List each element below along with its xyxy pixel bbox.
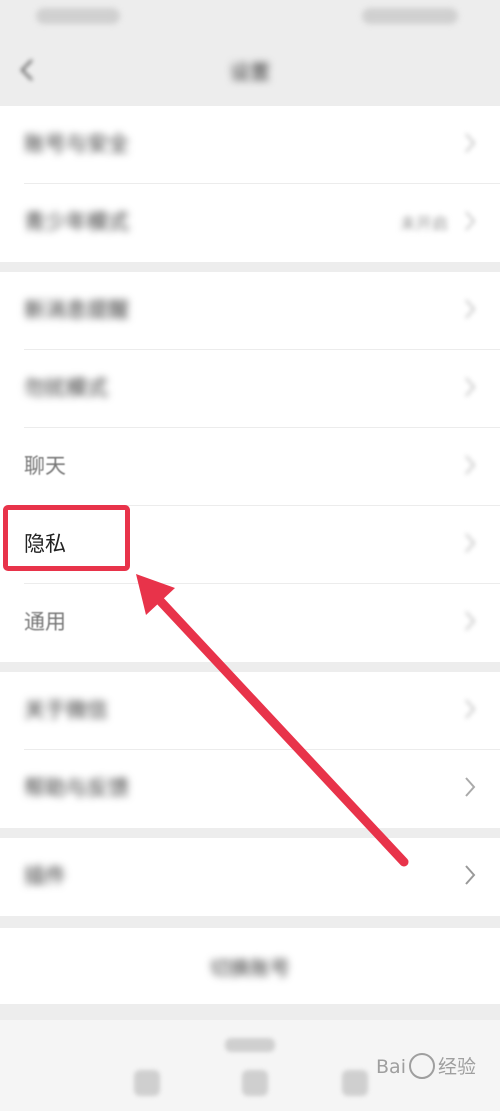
settings-row-about[interactable]: 关于微信: [0, 672, 500, 750]
chevron-right-icon: [464, 776, 476, 798]
settings-row-general[interactable]: 通用: [0, 584, 500, 662]
settings-row-do-not-disturb[interactable]: 勿扰模式: [0, 350, 500, 428]
page-title: 设置: [230, 60, 270, 84]
chevron-right-icon: [464, 132, 476, 154]
row-label: 勿扰模式: [24, 376, 108, 400]
tab-icon[interactable]: [134, 1070, 160, 1096]
row-label: 关于微信: [24, 698, 108, 722]
watermark-brand: Bai: [376, 1056, 406, 1078]
row-label: 通用: [24, 610, 66, 634]
settings-group-account: 账号与安全 青少年模式 未开启: [0, 106, 500, 262]
settings-group-plugins: 插件: [0, 838, 500, 916]
row-label: 青少年模式: [24, 210, 129, 234]
settings-row-notifications[interactable]: 新消息提醒: [0, 272, 500, 350]
nav-bar: 设置: [0, 36, 500, 104]
tab-icon[interactable]: [342, 1070, 368, 1096]
paw-logo-icon: [408, 1052, 435, 1079]
bottom-caption-blurred: [225, 1038, 275, 1052]
tab-icon[interactable]: [242, 1070, 268, 1096]
row-label: 新消息提醒: [24, 298, 129, 322]
row-label: 插件: [24, 864, 66, 888]
chevron-right-icon: [464, 698, 476, 720]
row-label: 账号与安全: [24, 132, 129, 156]
status-bar: [0, 0, 500, 36]
watermark-suffix: 经验: [437, 1056, 476, 1078]
chevron-right-icon: [464, 454, 476, 476]
settings-row-plugins[interactable]: 插件: [0, 838, 500, 916]
settings-row-help-feedback[interactable]: 帮助与反馈: [0, 750, 500, 828]
settings-group-about: 关于微信 帮助与反馈: [0, 672, 500, 828]
switch-account-button[interactable]: 切换账号: [0, 928, 500, 1004]
row-label: 帮助与反馈: [24, 776, 129, 800]
status-indicators-blurred: [362, 8, 458, 24]
status-time-blurred: [36, 8, 120, 24]
watermark: Bai 经验: [376, 1052, 476, 1081]
chevron-right-icon: [464, 376, 476, 398]
settings-group-preferences: 新消息提醒 勿扰模式 聊天 隐私 通用: [0, 272, 500, 662]
chevron-right-icon: [464, 210, 476, 232]
chevron-right-icon: [464, 532, 476, 554]
settings-row-account-security[interactable]: 账号与安全: [0, 106, 500, 184]
chevron-right-icon: [464, 864, 476, 886]
row-label: 聊天: [24, 454, 66, 478]
switch-account-label: 切换账号: [210, 956, 290, 980]
settings-row-teen-mode[interactable]: 青少年模式 未开启: [0, 184, 500, 262]
settings-row-chat[interactable]: 聊天: [0, 428, 500, 506]
highlight-annotation: [3, 505, 130, 571]
row-value: 未开启: [399, 214, 448, 233]
chevron-right-icon: [464, 610, 476, 632]
chevron-right-icon: [464, 298, 476, 320]
